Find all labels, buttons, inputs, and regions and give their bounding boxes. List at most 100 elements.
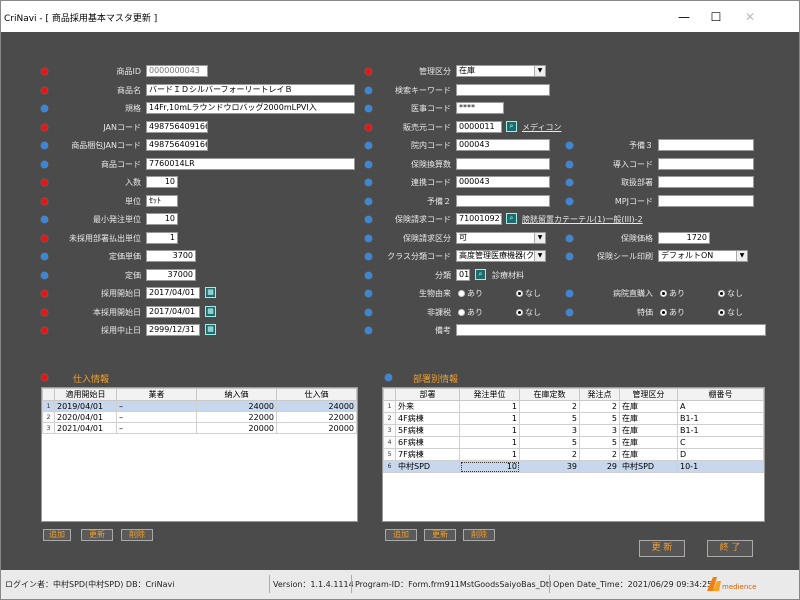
cell[interactable]: 7F病棟 — [395, 448, 460, 461]
col-header[interactable]: 業者 — [116, 388, 197, 401]
search-icon[interactable]: ⌕ — [475, 269, 486, 280]
table-row[interactable]: 2 2020/04/01 – 22000 22000 — [42, 411, 357, 423]
cell[interactable]: 5 — [579, 412, 620, 425]
table-row[interactable]: 1 外来 1 2 2 在庫 A — [383, 400, 764, 413]
table-row[interactable]: 4 6F病棟 1 5 5 在庫 C — [383, 436, 764, 449]
search-icon[interactable]: ⌕ — [506, 213, 517, 224]
cell[interactable]: 外来 — [395, 400, 460, 413]
table-row[interactable]: 3 5F病棟 1 3 3 在庫 B1-1 — [383, 424, 764, 437]
bunrui-input[interactable]: 01 — [456, 269, 470, 281]
kikaku-input[interactable]: 14Fr,10mLラウンドウロバッグ2000mLPVI入 — [146, 102, 355, 114]
hoken-seikyu-kubun-select[interactable]: 可 ▼ — [456, 232, 546, 244]
calendar-icon[interactable]: ▦ — [205, 324, 216, 335]
hanbaimoto-input[interactable]: 0000011 — [456, 121, 502, 133]
cell[interactable]: 4F病棟 — [395, 412, 460, 425]
mpj-input[interactable] — [658, 195, 754, 207]
shiire-add-button[interactable]: 追加 — [43, 529, 71, 541]
minimize-button[interactable]: — — [669, 7, 699, 27]
hoken-seikyu-input[interactable]: 710010927 — [456, 213, 502, 225]
cell[interactable]: D — [677, 448, 764, 461]
tani-input[interactable]: ｾｯﾄ — [146, 195, 178, 207]
cell[interactable]: 在庫 — [619, 400, 678, 413]
kensaku-input[interactable] — [456, 84, 550, 96]
cell[interactable]: 22000 — [276, 411, 357, 423]
byoin-konyu-ari-radio[interactable]: あり — [660, 288, 685, 299]
jan-input[interactable]: 4987564091660 — [146, 121, 208, 133]
class-bunrui-select[interactable]: 高度管理医療機器(ク ▼ — [456, 250, 546, 262]
col-header[interactable]: 発注点 — [579, 388, 620, 401]
tanto-input[interactable] — [658, 176, 754, 188]
table-row[interactable]: 1 2019/04/01 – 24000 24000 — [42, 400, 357, 412]
shiire-delete-button[interactable]: 削除 — [121, 529, 153, 541]
close-button[interactable]: ✕ — [735, 7, 765, 27]
cell[interactable]: – — [116, 400, 197, 412]
biko-input[interactable] — [456, 324, 766, 336]
col-header[interactable]: 仕入価 — [276, 388, 357, 401]
cell[interactable]: 1 — [459, 448, 520, 461]
busho-edit-button[interactable]: 更新 — [424, 529, 456, 541]
cell[interactable]: 24000 — [276, 400, 357, 412]
hoken-seal-select[interactable]: デフォルトON ▼ — [658, 250, 748, 262]
hoken-kansan-input[interactable] — [456, 158, 550, 170]
cell[interactable]: 29 — [579, 460, 620, 473]
mi-saiyo-input[interactable]: 1 — [146, 232, 178, 244]
shohin-jan-input[interactable]: 4987564091660 — [146, 139, 208, 151]
kanri-kubun-select[interactable]: 在庫 ▼ — [456, 65, 546, 77]
cell[interactable]: C — [677, 436, 764, 449]
seibutsu-nashi-radio[interactable]: なし — [516, 288, 541, 299]
table-row[interactable]: 5 7F病棟 1 2 2 在庫 D — [383, 448, 764, 461]
col-header[interactable]: 部署 — [395, 388, 460, 401]
cell[interactable]: 5F病棟 — [395, 424, 460, 437]
cell[interactable]: 2020/04/01 — [54, 411, 117, 423]
cell[interactable]: 2 — [519, 448, 580, 461]
col-header[interactable]: 棚番号 — [677, 388, 764, 401]
hoken-kakaku-input[interactable]: 1720 — [658, 232, 710, 244]
tokka-ari-radio[interactable]: あり — [660, 307, 685, 318]
table-row[interactable]: 6 中村SPD 10 39 29 中村SPD 10-1 — [383, 460, 764, 473]
cell[interactable]: 20000 — [276, 422, 357, 434]
cell[interactable]: 在庫 — [619, 424, 678, 437]
cell[interactable]: 在庫 — [619, 436, 678, 449]
saiyo-chushi-input[interactable]: 2999/12/31 — [146, 324, 200, 336]
cell[interactable]: B1-1 — [677, 424, 764, 437]
cell[interactable]: 2 — [579, 400, 620, 413]
cell[interactable]: 1 — [459, 424, 520, 437]
col-header[interactable]: 管理区分 — [619, 388, 678, 401]
seibutsu-ari-radio[interactable]: あり — [458, 288, 483, 299]
hanbaimoto-link[interactable]: メディコン — [522, 122, 561, 133]
yobi2-input[interactable] — [456, 195, 550, 207]
update-button[interactable]: 更 新 — [639, 540, 685, 557]
cell[interactable]: 20000 — [196, 422, 277, 434]
cell[interactable]: 1 — [459, 412, 520, 425]
search-icon[interactable]: ⌕ — [506, 121, 517, 132]
cell[interactable]: 5 — [579, 436, 620, 449]
cell[interactable]: – — [116, 422, 197, 434]
innai-input[interactable]: 000043 — [456, 139, 550, 151]
cell[interactable]: 3 — [519, 424, 580, 437]
col-header[interactable]: 在庫定数 — [519, 388, 580, 401]
hoken-seikyu-link[interactable]: 膀胱留置カテーテル(1)一般(III)-2 — [522, 214, 643, 225]
cell[interactable]: 2021/04/01 — [54, 422, 117, 434]
saiyo-kaishi-input[interactable]: 2017/04/01 — [146, 287, 200, 299]
table-row[interactable]: 3 2021/04/01 – 20000 20000 — [42, 422, 357, 434]
teika-tanka-input[interactable]: 3700 — [146, 250, 196, 262]
donyu-input[interactable] — [658, 158, 754, 170]
tokka-nashi-radio[interactable]: なし — [718, 307, 743, 318]
cell[interactable]: 6F病棟 — [395, 436, 460, 449]
cell[interactable]: 2 — [579, 448, 620, 461]
cell[interactable]: 5 — [519, 412, 580, 425]
calendar-icon[interactable]: ▦ — [205, 306, 216, 317]
hikazei-ari-radio[interactable]: あり — [458, 307, 483, 318]
shohin-code-input[interactable]: 7760014LR — [146, 158, 355, 170]
shohin-mei-input[interactable]: バードＩＤシルバーフォーリートレイＢ — [146, 84, 355, 96]
irisu-input[interactable]: 10 — [146, 176, 178, 188]
table-row[interactable]: 2 4F病棟 1 5 5 在庫 B1-1 — [383, 412, 764, 425]
calendar-icon[interactable]: ▦ — [205, 287, 216, 298]
cell[interactable]: 2019/04/01 — [54, 400, 117, 412]
cell[interactable]: 2 — [519, 400, 580, 413]
cell[interactable]: 1 — [459, 436, 520, 449]
cell[interactable]: 中村SPD — [395, 460, 460, 473]
cell[interactable]: B1-1 — [677, 412, 764, 425]
cell[interactable]: 10 — [459, 460, 520, 473]
shiire-edit-button[interactable]: 更新 — [81, 529, 113, 541]
